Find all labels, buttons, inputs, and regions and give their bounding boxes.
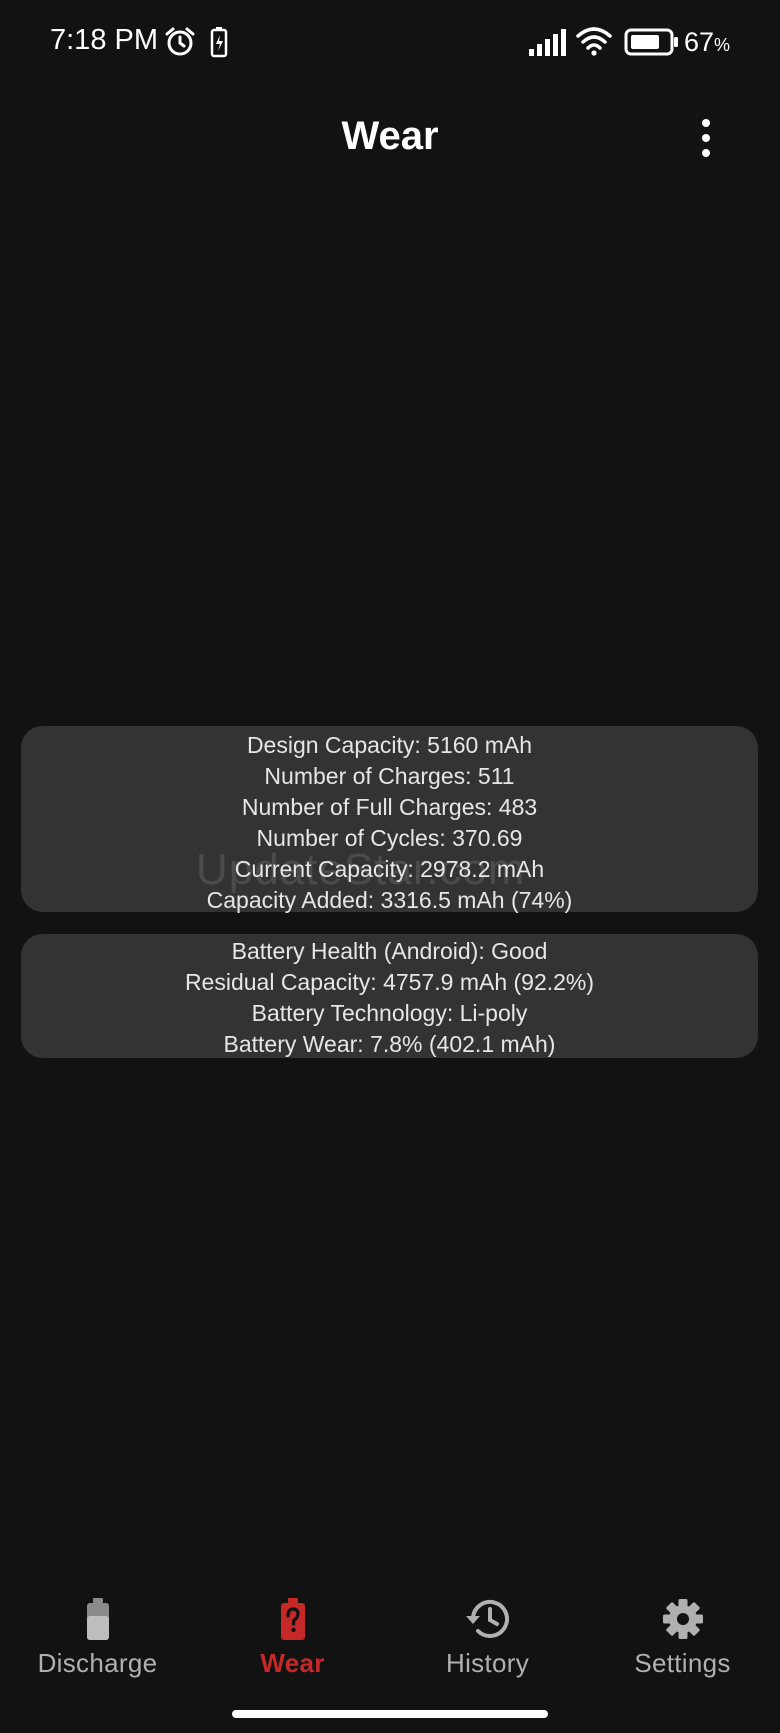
battery-percent-sign: % xyxy=(714,35,731,55)
home-indicator[interactable] xyxy=(232,1710,548,1718)
number-of-cycles: Number of Cycles: 370.69 xyxy=(256,825,523,851)
residual-capacity: Residual Capacity: 4757.9 mAh (92.2%) xyxy=(184,969,595,995)
nav-item-settings[interactable]: Settings xyxy=(585,1582,780,1702)
capacity-added: Capacity Added: 3316.5 mAh (74%) xyxy=(206,887,573,913)
number-of-charges: Number of Charges: 511 xyxy=(264,763,515,789)
nav-label-discharge: Discharge xyxy=(37,1648,158,1678)
battery-wear: Battery Wear: 7.8% (402.1 mAh) xyxy=(223,1031,556,1057)
nav-label-settings: Settings xyxy=(634,1648,731,1678)
health-card: Battery Health (Android): Good Residual … xyxy=(21,934,758,1058)
battery-percent: 67% xyxy=(684,27,730,58)
battery-question-icon xyxy=(278,1596,308,1647)
history-icon xyxy=(464,1596,512,1647)
number-of-full-charges: Number of Full Charges: 483 xyxy=(241,794,538,820)
nav-item-history[interactable]: History xyxy=(390,1582,585,1702)
nav-label-wear: Wear xyxy=(260,1648,325,1678)
battery-percent-value: 67 xyxy=(684,27,715,57)
battery-technology: Battery Technology: Li-poly xyxy=(251,1000,528,1026)
battery-icon xyxy=(624,28,680,61)
charging-icon xyxy=(210,26,228,63)
capacity-card: Design Capacity: 5160 mAh Number of Char… xyxy=(21,726,758,913)
app-bar: Wear xyxy=(0,90,780,190)
battery-health: Battery Health (Android): Good xyxy=(231,938,548,964)
nav-item-wear[interactable]: Wear xyxy=(195,1582,390,1702)
nav-label-history: History xyxy=(446,1648,529,1678)
page-title: Wear xyxy=(341,114,439,158)
gear-icon xyxy=(660,1596,706,1647)
design-capacity: Design Capacity: 5160 mAh xyxy=(246,732,533,758)
more-dot xyxy=(702,119,710,127)
nav-item-discharge[interactable]: Discharge xyxy=(0,1582,195,1702)
status-time: 7:18 PM xyxy=(50,24,158,56)
current-capacity: Current Capacity: 2978.2 mAh xyxy=(234,856,545,882)
more-dot xyxy=(702,134,710,142)
status-bar: 7:18 PM 67% xyxy=(0,0,780,90)
screen: 7:18 PM 67% Wear Design Capacity: 5160 m… xyxy=(0,0,780,1733)
more-dot xyxy=(702,149,710,157)
battery-icon xyxy=(84,1596,112,1647)
bottom-nav: Discharge Wear History Settings xyxy=(0,1582,780,1702)
alarm-icon xyxy=(164,26,196,63)
signal-icon xyxy=(528,28,568,61)
more-vert-icon[interactable] xyxy=(686,110,726,166)
wifi-icon xyxy=(576,26,612,61)
